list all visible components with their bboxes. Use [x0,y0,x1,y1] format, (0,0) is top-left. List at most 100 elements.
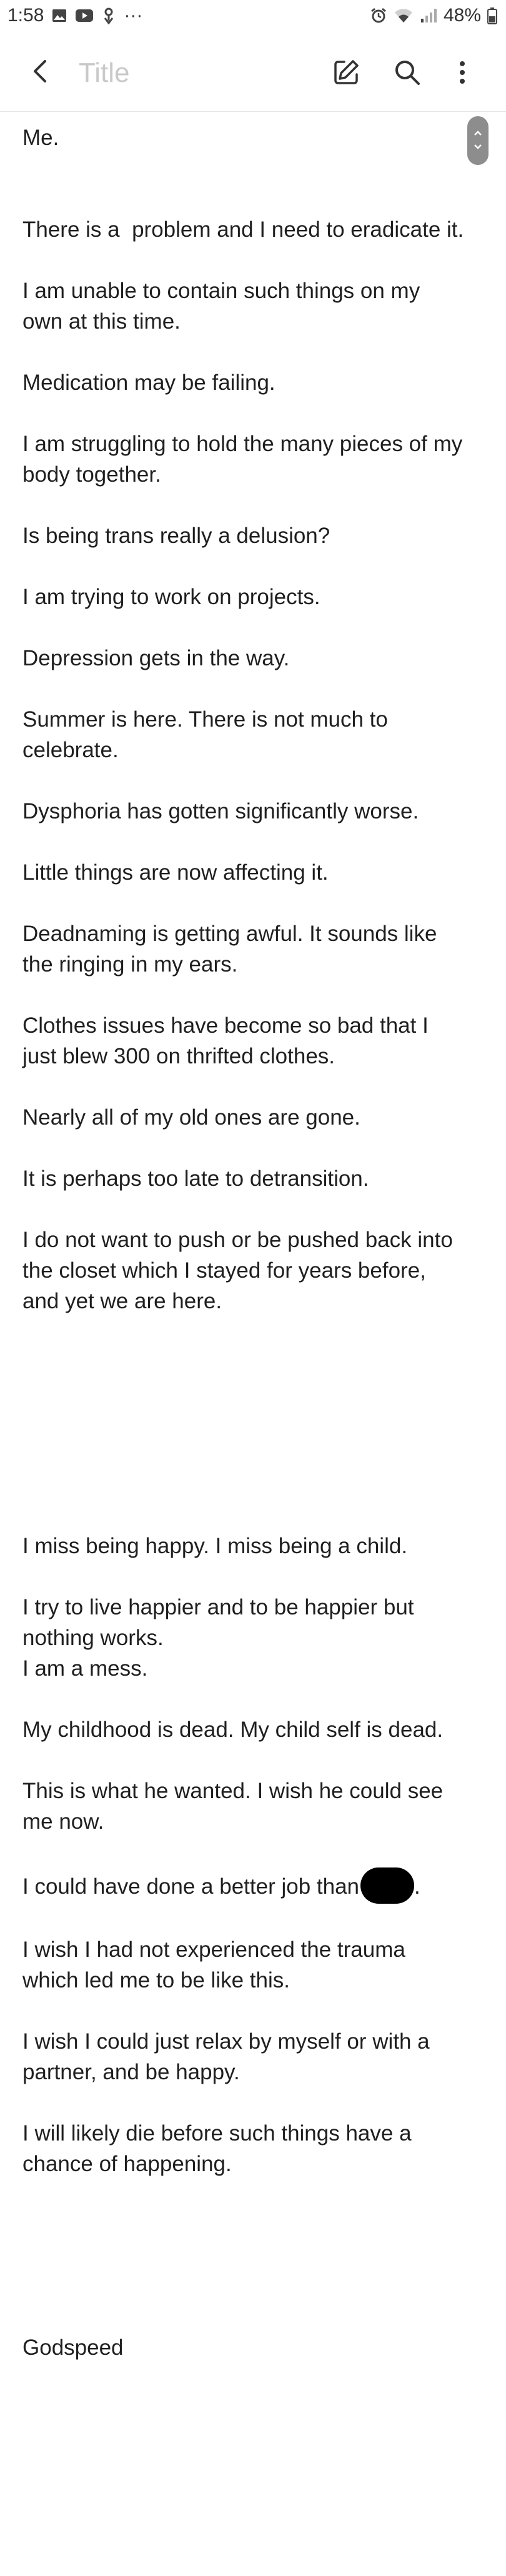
note-line-text: partner, and be happy. [22,2060,240,2084]
note-line [22,2271,485,2302]
note-line-text: I try to live happier and to be happier … [22,1595,414,1619]
note-line-text: celebrate. [22,738,119,762]
gallery-icon [51,7,67,24]
note-line-text: which led me to be like this. [22,1968,290,1992]
note-line-text: Medication may be failing. [22,370,275,395]
note-line [22,1500,485,1531]
note-line [22,1378,485,1408]
more-notifications-indicator: ··· [124,5,143,26]
status-bar-left: 1:58 ··· [7,5,142,26]
note-line: Depression gets in the way. [22,643,485,674]
note-line-text: My childhood is dead. My child self is d… [22,1718,444,1742]
note-line: body together. [22,459,485,490]
note-line-text: nothing works. [22,1626,164,1650]
note-line [22,1072,485,1102]
note-line-text: just blew 300 on thrifted clothes. [22,1044,335,1068]
note-line [22,2240,485,2271]
note-line [22,1408,485,1439]
note-line-text: I am a mess. [22,1656,148,1681]
note-line: own at this time. [22,306,485,337]
note-body[interactable]: Me. There is a problem and I need to erad… [22,122,485,2363]
note-line: nothing works. [22,1623,485,1653]
note-line [22,612,485,643]
note-line: I will likely die before such things hav… [22,2118,485,2149]
note-line-text: Little things are now affecting it. [22,860,329,885]
note-line-text: Depression gets in the way. [22,646,290,670]
title-input[interactable] [77,54,305,92]
note-line-text: I am trying to work on projects. [22,585,320,609]
note-line [22,490,485,520]
status-time: 1:58 [7,5,44,26]
note-line [22,1904,485,1934]
edit-icon [332,58,360,90]
note-line [22,184,485,214]
note-line: I am unable to contain such things on my [22,276,485,306]
note-line [22,2210,485,2240]
note-line [22,2302,485,2332]
note-line [22,2179,485,2210]
note-line [22,1470,485,1500]
wifi-icon [394,7,414,24]
note-line: Me. [22,122,485,153]
note-line-text: Is being trans really a delusion? [22,524,330,548]
note-line-text: the closet which I stayed for years befo… [22,1258,426,1283]
more-vertical-icon [459,60,466,88]
note-line: I am struggling to hold the many pieces … [22,429,485,459]
note-line-text: I do not want to push or be pushed back … [22,1228,453,1252]
note-line [22,827,485,857]
search-icon [394,59,421,89]
note-line [22,1316,485,1347]
note-line-text: Nearly all of my old ones are gone. [22,1105,360,1130]
status-bar-right: 48% [370,5,497,26]
note-line-text: There is a problem and I need to eradica… [22,217,464,242]
note-line-text: chance of happening. [22,2152,232,2176]
note-line-text: Me. [22,126,59,150]
note-line: partner, and be happy. [22,2057,485,2087]
note-line [22,2087,485,2118]
more-options-button[interactable] [444,55,481,92]
note-line-text: Dysphoria has gotten significantly worse… [22,799,419,823]
note-line: Godspeed [22,2332,485,2363]
note-line [22,1996,485,2026]
battery-percent: 48% [443,5,481,26]
note-line: the closet which I stayed for years befo… [22,1255,485,1286]
signal-icon [420,7,437,24]
note-line-text: and yet we are here. [22,1289,222,1313]
battery-icon [487,7,497,24]
note-line: Summer is here. There is not much to [22,704,485,735]
note-line-text: Summer is here. There is not much to [22,707,388,732]
note-line-text: I will likely die before such things hav… [22,2121,412,2146]
search-button[interactable] [389,55,426,92]
note-line: It is perhaps too late to detransition. [22,1163,485,1194]
edit-button[interactable] [327,55,365,92]
note-line [22,674,485,704]
note-line: Medication may be failing. [22,367,485,398]
note-line [22,1133,485,1163]
note-line: Is being trans really a delusion? [22,520,485,551]
redacted-line-suffix: . [414,1874,420,1899]
note-line: just blew 300 on thrifted clothes. [22,1041,485,1072]
note-line [22,1745,485,1776]
note-line: My childhood is dead. My child self is d… [22,1714,485,1745]
note-line [22,1561,485,1592]
note-line: I wish I had not experienced the trauma [22,1934,485,1965]
note-line: This is what he wanted. I wish he could … [22,1776,485,1806]
note-line: I do not want to push or be pushed back … [22,1225,485,1255]
note-line-text: I could have done a better job than [22,1874,360,1899]
note-line [22,1347,485,1378]
note-line: chance of happening. [22,2149,485,2179]
note-line: and yet we are here. [22,1286,485,1316]
note-line: the ringing in my ears. [22,949,485,980]
note-line: I try to live happier and to be happier … [22,1592,485,1623]
note-line [22,1684,485,1714]
redaction-mark [360,1867,415,1904]
back-button[interactable] [22,55,57,90]
note-line-text: body together. [22,462,161,487]
note-line: which led me to be like this. [22,1965,485,1996]
note-line: Nearly all of my old ones are gone. [22,1102,485,1133]
note-line-text: the ringing in my ears. [22,952,238,977]
youtube-icon [75,8,94,23]
note-line: I wish I could just relax by myself or w… [22,2026,485,2057]
note-line [22,153,485,184]
note-line [22,1194,485,1225]
